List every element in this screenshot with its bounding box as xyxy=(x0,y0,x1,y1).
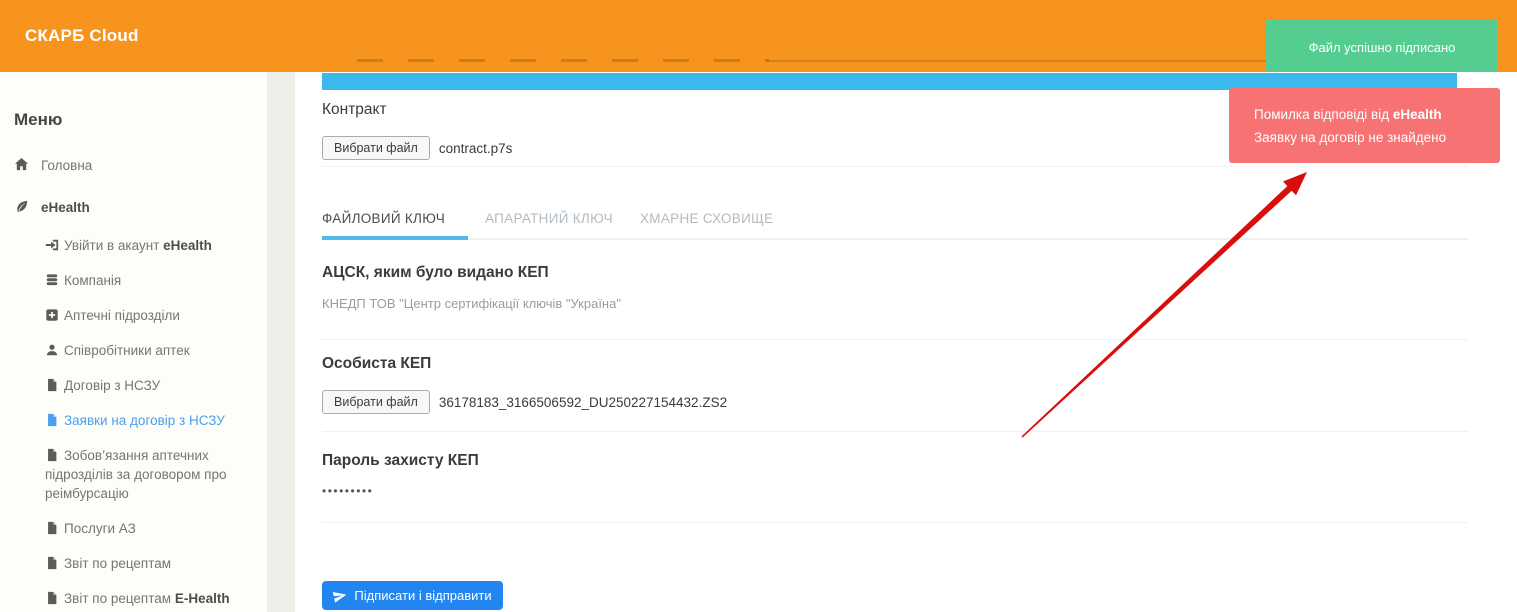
acsk-select-value[interactable]: КНЕДП ТОВ "Центр сертифікації ключів "Ук… xyxy=(322,296,621,311)
personal-key-choose-file-button[interactable]: Вибрати файл xyxy=(322,390,430,414)
leaf-icon xyxy=(14,199,29,214)
tab-hardware-key[interactable]: АПАРАТНИЙ КЛЮЧ xyxy=(485,211,613,226)
toast-error[interactable]: Помилка відповіді від eHealth Заявку на … xyxy=(1229,88,1500,163)
password-label: Пароль захисту КЕП xyxy=(322,452,479,470)
sidebar: Меню Головна eHealth Увійти в акаунт eHe… xyxy=(0,72,267,612)
sidebar-item-ehealth[interactable]: eHealth xyxy=(14,198,267,217)
sidebar-item-login-ehealth[interactable]: Увійти в акаунт eHealth xyxy=(45,236,260,255)
sign-and-send-label: Підписати і відправити xyxy=(354,588,491,603)
sidebar-item-az-services[interactable]: Послуги АЗ xyxy=(45,519,260,538)
sidebar-item-nszu-contract[interactable]: Договір з НСЗУ xyxy=(45,376,260,395)
sign-in-icon xyxy=(45,238,59,252)
contract-label: Контракт xyxy=(322,101,387,119)
sidebar-item-nszu-contract-requests[interactable]: Заявки на договір з НСЗУ xyxy=(45,411,260,430)
section-separator xyxy=(322,166,1468,167)
toast-error-bold: eHealth xyxy=(1393,107,1442,122)
toast-error-line2: Заявку на договір не знайдено xyxy=(1254,127,1490,150)
section-separator xyxy=(322,431,1468,432)
sidebar-item-home[interactable]: Головна xyxy=(14,156,267,175)
contract-choose-file-button[interactable]: Вибрати файл xyxy=(322,136,430,160)
section-separator xyxy=(322,522,1468,523)
sidebar-item-prescription-report-ehealth[interactable]: Звіт по рецептам E-Health xyxy=(45,589,260,608)
sign-and-send-button[interactable]: Підписати і відправити xyxy=(322,581,503,610)
sidebar-item-pharmacy-staff[interactable]: Співробітники аптек xyxy=(45,341,260,360)
app-brand[interactable]: СКАРБ Cloud xyxy=(25,26,139,46)
toast-success-text: Файл успішно підписано xyxy=(1309,40,1456,55)
sidebar-divider xyxy=(267,72,295,612)
personal-key-filename: 36178183_3166506592_DU250227154432.ZS2 xyxy=(439,395,727,410)
personal-key-file-input: Вибрати файл 36178183_3166506592_DU25022… xyxy=(322,390,727,414)
tabs-baseline xyxy=(468,238,1468,240)
toast-error-line1: Помилка відповіді від eHealth xyxy=(1254,104,1490,127)
sidebar-title: Меню xyxy=(14,110,267,130)
toast-success[interactable]: Файл успішно підписано xyxy=(1266,19,1498,72)
file-icon xyxy=(45,521,59,535)
sidebar-item-label: Співробітники аптек xyxy=(64,343,190,358)
sidebar-item-label: Аптечні підрозділи xyxy=(64,308,180,323)
sidebar-item-label-bold: E-Health xyxy=(175,591,230,606)
file-icon xyxy=(45,591,59,605)
section-separator xyxy=(322,339,1468,340)
file-icon xyxy=(45,378,59,392)
file-icon xyxy=(45,448,59,462)
sidebar-item-label: Звіт по рецептам xyxy=(64,556,171,571)
file-icon xyxy=(45,413,59,427)
personal-key-label: Особиста КЕП xyxy=(322,355,431,373)
acsk-label: АЦСК, яким було видано КЕП xyxy=(322,264,549,282)
tab-file-key[interactable]: ФАЙЛОВИЙ КЛЮЧ xyxy=(322,211,445,226)
paper-plane-icon xyxy=(333,589,347,603)
sidebar-item-pharmacy-units[interactable]: Аптечні підрозділи xyxy=(45,306,260,325)
password-field[interactable]: ••••••••• xyxy=(322,484,373,498)
user-icon xyxy=(45,343,59,357)
sidebar-item-label-bold: eHealth xyxy=(163,238,212,253)
app-window: СКАРБ Cloud Меню Головна eHealth Увійти … xyxy=(0,0,1517,612)
sidebar-item-prescription-report[interactable]: Звіт по рецептам xyxy=(45,554,260,573)
contract-file-input: Вибрати файл contract.p7s xyxy=(322,136,512,160)
home-icon xyxy=(14,157,29,172)
sidebar-item-reimbursement-obligations[interactable]: Зобов’язання аптечних підрозділів за дог… xyxy=(45,446,260,503)
header-dashes-decoration xyxy=(357,59,769,62)
database-icon xyxy=(45,273,59,287)
contract-filename: contract.p7s xyxy=(439,141,513,156)
sidebar-item-label: Головна xyxy=(41,158,92,173)
tab-cloud-storage[interactable]: ХМАРНЕ СХОВИЩЕ xyxy=(640,211,773,226)
sidebar-item-label: Компанія xyxy=(64,273,121,288)
active-tab-underline xyxy=(322,236,468,240)
sidebar-item-label: Послуги АЗ xyxy=(64,521,136,536)
sidebar-item-label: eHealth xyxy=(41,200,90,215)
plus-square-icon xyxy=(45,308,59,322)
sidebar-item-company[interactable]: Компанія xyxy=(45,271,260,290)
sidebar-item-label: Заявки на договір з НСЗУ xyxy=(64,413,225,428)
sidebar-item-label: Договір з НСЗУ xyxy=(64,378,160,393)
sidebar-item-label-prefix: Звіт по рецептам xyxy=(64,591,175,606)
sidebar-item-label-prefix: Увійти в акаунт xyxy=(64,238,163,253)
file-icon xyxy=(45,556,59,570)
sidebar-item-label: Зобов’язання аптечних підрозділів за дог… xyxy=(45,448,227,501)
